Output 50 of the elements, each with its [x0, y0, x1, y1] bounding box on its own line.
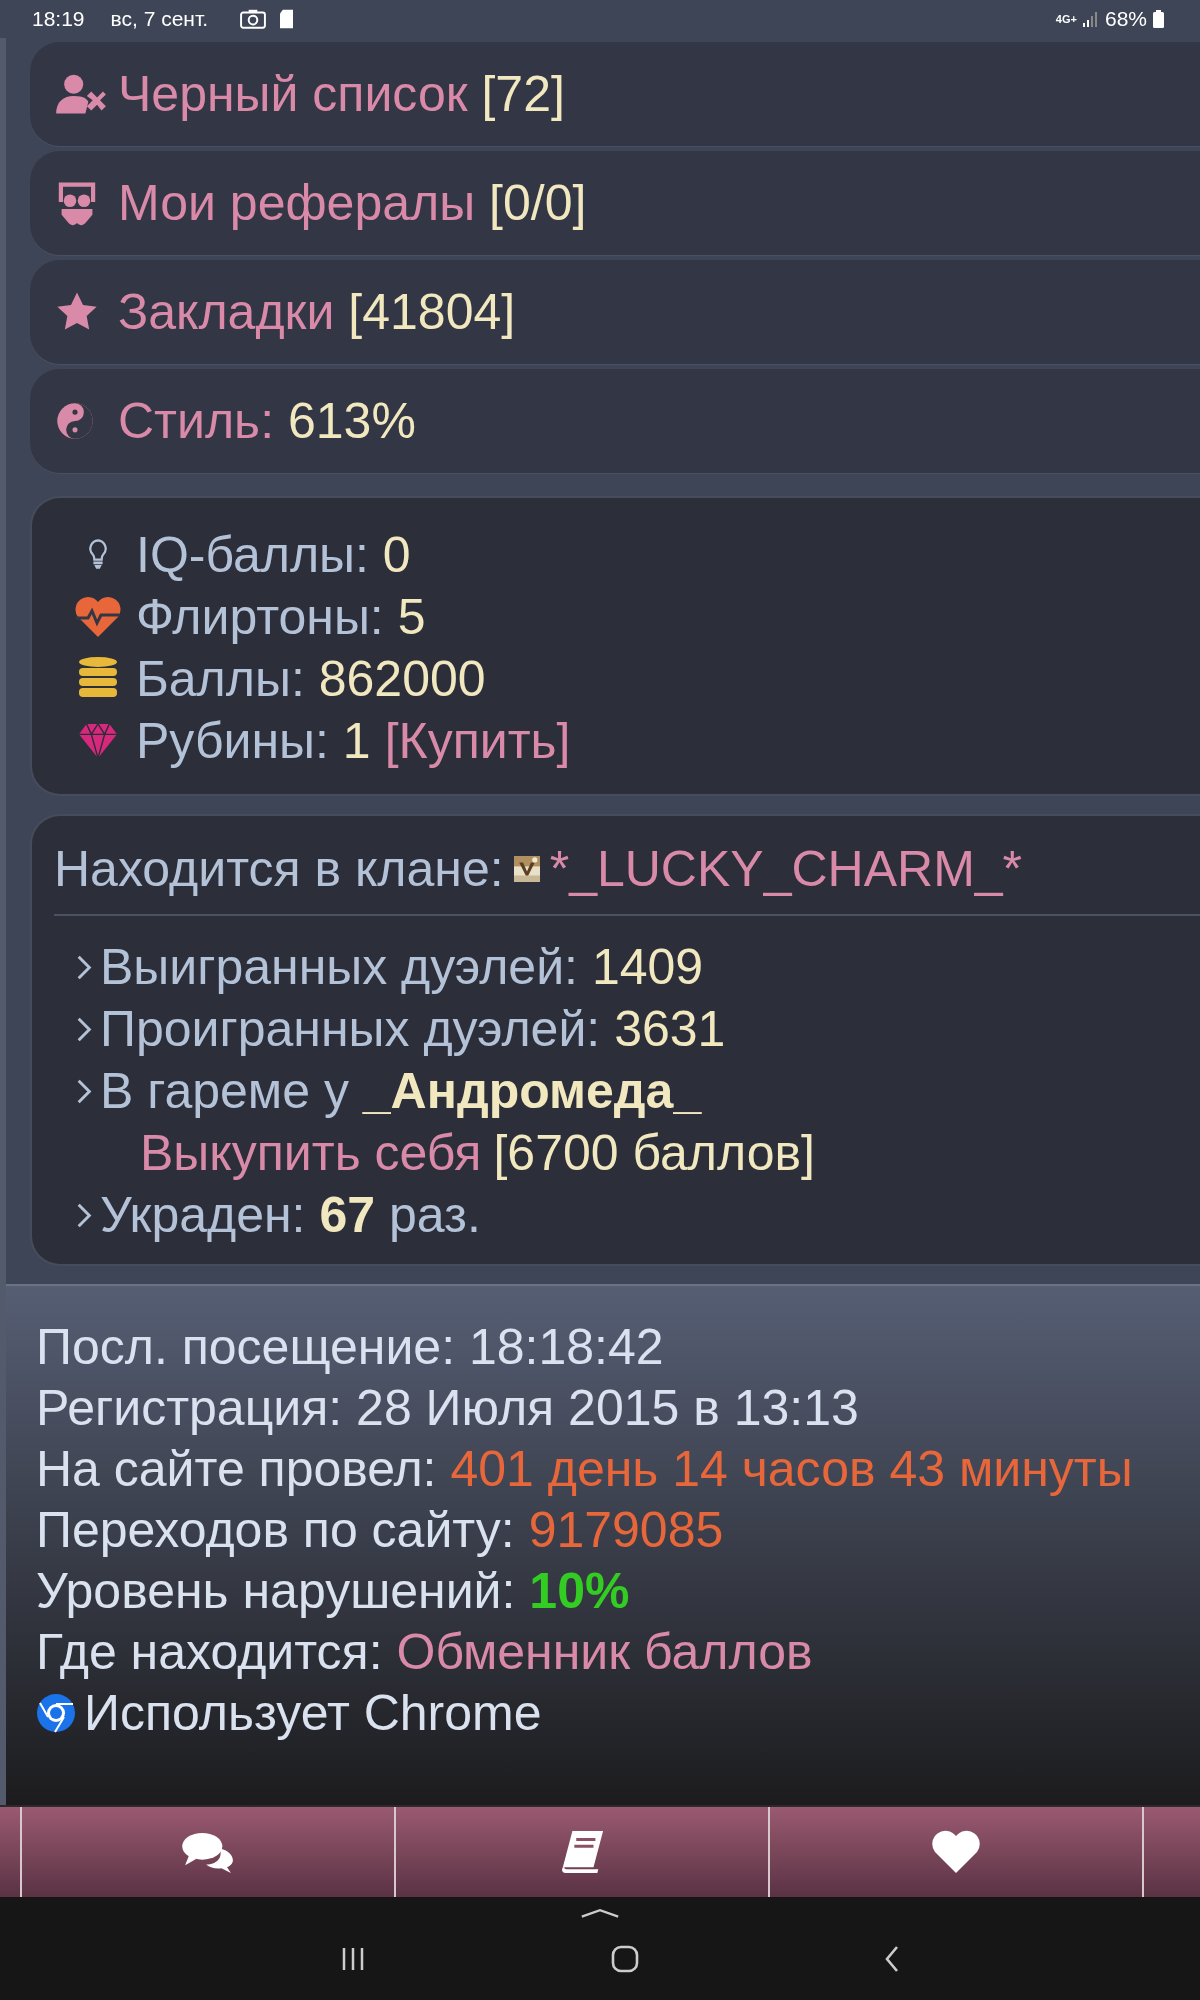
lightbulb-icon: [87, 538, 109, 572]
duel-stat: Проигранных дуэлей: 3631: [100, 1000, 726, 1058]
chat-bubbles-icon: [181, 1831, 235, 1873]
back-icon[interactable]: [884, 1945, 900, 1973]
camera-icon: [240, 9, 267, 29]
sd-card-icon: [280, 9, 294, 29]
yin-yang-icon: [56, 402, 94, 440]
profile-stat: Регистрация: 28 Июля 2015 в 13:13: [36, 1378, 859, 1437]
clan-name-link[interactable]: *_LUCKY_CHARM_*: [549, 840, 1023, 898]
menu-item[interactable]: Стиль: 613%: [30, 369, 1200, 473]
profile-stat: Посл. посещение: 18:18:42: [36, 1317, 664, 1376]
profile-stat: На сайте провел: 401 день 14 часов 43 минуты: [36, 1439, 1133, 1498]
ransom-link[interactable]: Выкупить себя: [140, 1124, 482, 1182]
profile-stat: Уровень нарушений: 10%: [36, 1561, 630, 1620]
duel-stat: В гареме у _Андромеда_: [100, 1062, 702, 1120]
duel-stat: Выигранных дуэлей: 1409: [100, 938, 704, 996]
network-type: 4G+: [1055, 13, 1077, 25]
menu-item[interactable]: Черный список [72]: [30, 42, 1200, 146]
book-icon: [559, 1829, 605, 1875]
recent-apps-icon[interactable]: [340, 1946, 366, 1972]
menu-item[interactable]: Закладки [41804]: [30, 260, 1200, 364]
signal-icon: [1082, 11, 1099, 27]
chevron-icon: [76, 1077, 92, 1105]
status-time: 18:19: [32, 7, 85, 31]
resource-stat: Флиртоны: 5: [136, 588, 426, 646]
profile-stat: Переходов по сайту: 9179085: [36, 1500, 724, 1559]
buy-link[interactable]: [Купить]: [384, 712, 571, 770]
heart-icon: [931, 1830, 981, 1874]
ransom-price: [6700 баллов]: [493, 1124, 815, 1182]
menu-item[interactable]: Мои рефералы [0/0]: [30, 151, 1200, 255]
home-icon[interactable]: [611, 1945, 639, 1973]
resource-stat: Баллы: 862000: [136, 650, 486, 708]
people-board-icon: [56, 180, 98, 226]
chevron-icon: [76, 1201, 92, 1229]
status-date: вс, 7 сент.: [110, 7, 209, 31]
chevron-icon: [76, 953, 92, 981]
resource-stat: IQ-баллы: 0: [136, 526, 411, 584]
chrome-icon: [36, 1692, 76, 1733]
user-remove-icon: [56, 73, 106, 115]
duel-stat: Украден: 67 раз.: [100, 1186, 481, 1244]
swipe-up-icon: [580, 1907, 620, 1919]
heartbeat-icon: [74, 595, 122, 639]
gem-icon: [78, 722, 118, 760]
browser-info: Использует Chrome: [84, 1683, 542, 1742]
profile-stat: Где находится: Обменник баллов: [36, 1622, 813, 1681]
resource-stat: Рубины: 1: [136, 712, 371, 770]
clan-label: Находится в клане:: [54, 840, 504, 898]
battery-icon: [1153, 10, 1164, 28]
chevron-icon: [76, 1015, 92, 1043]
battery-level: 68%: [1104, 7, 1147, 31]
